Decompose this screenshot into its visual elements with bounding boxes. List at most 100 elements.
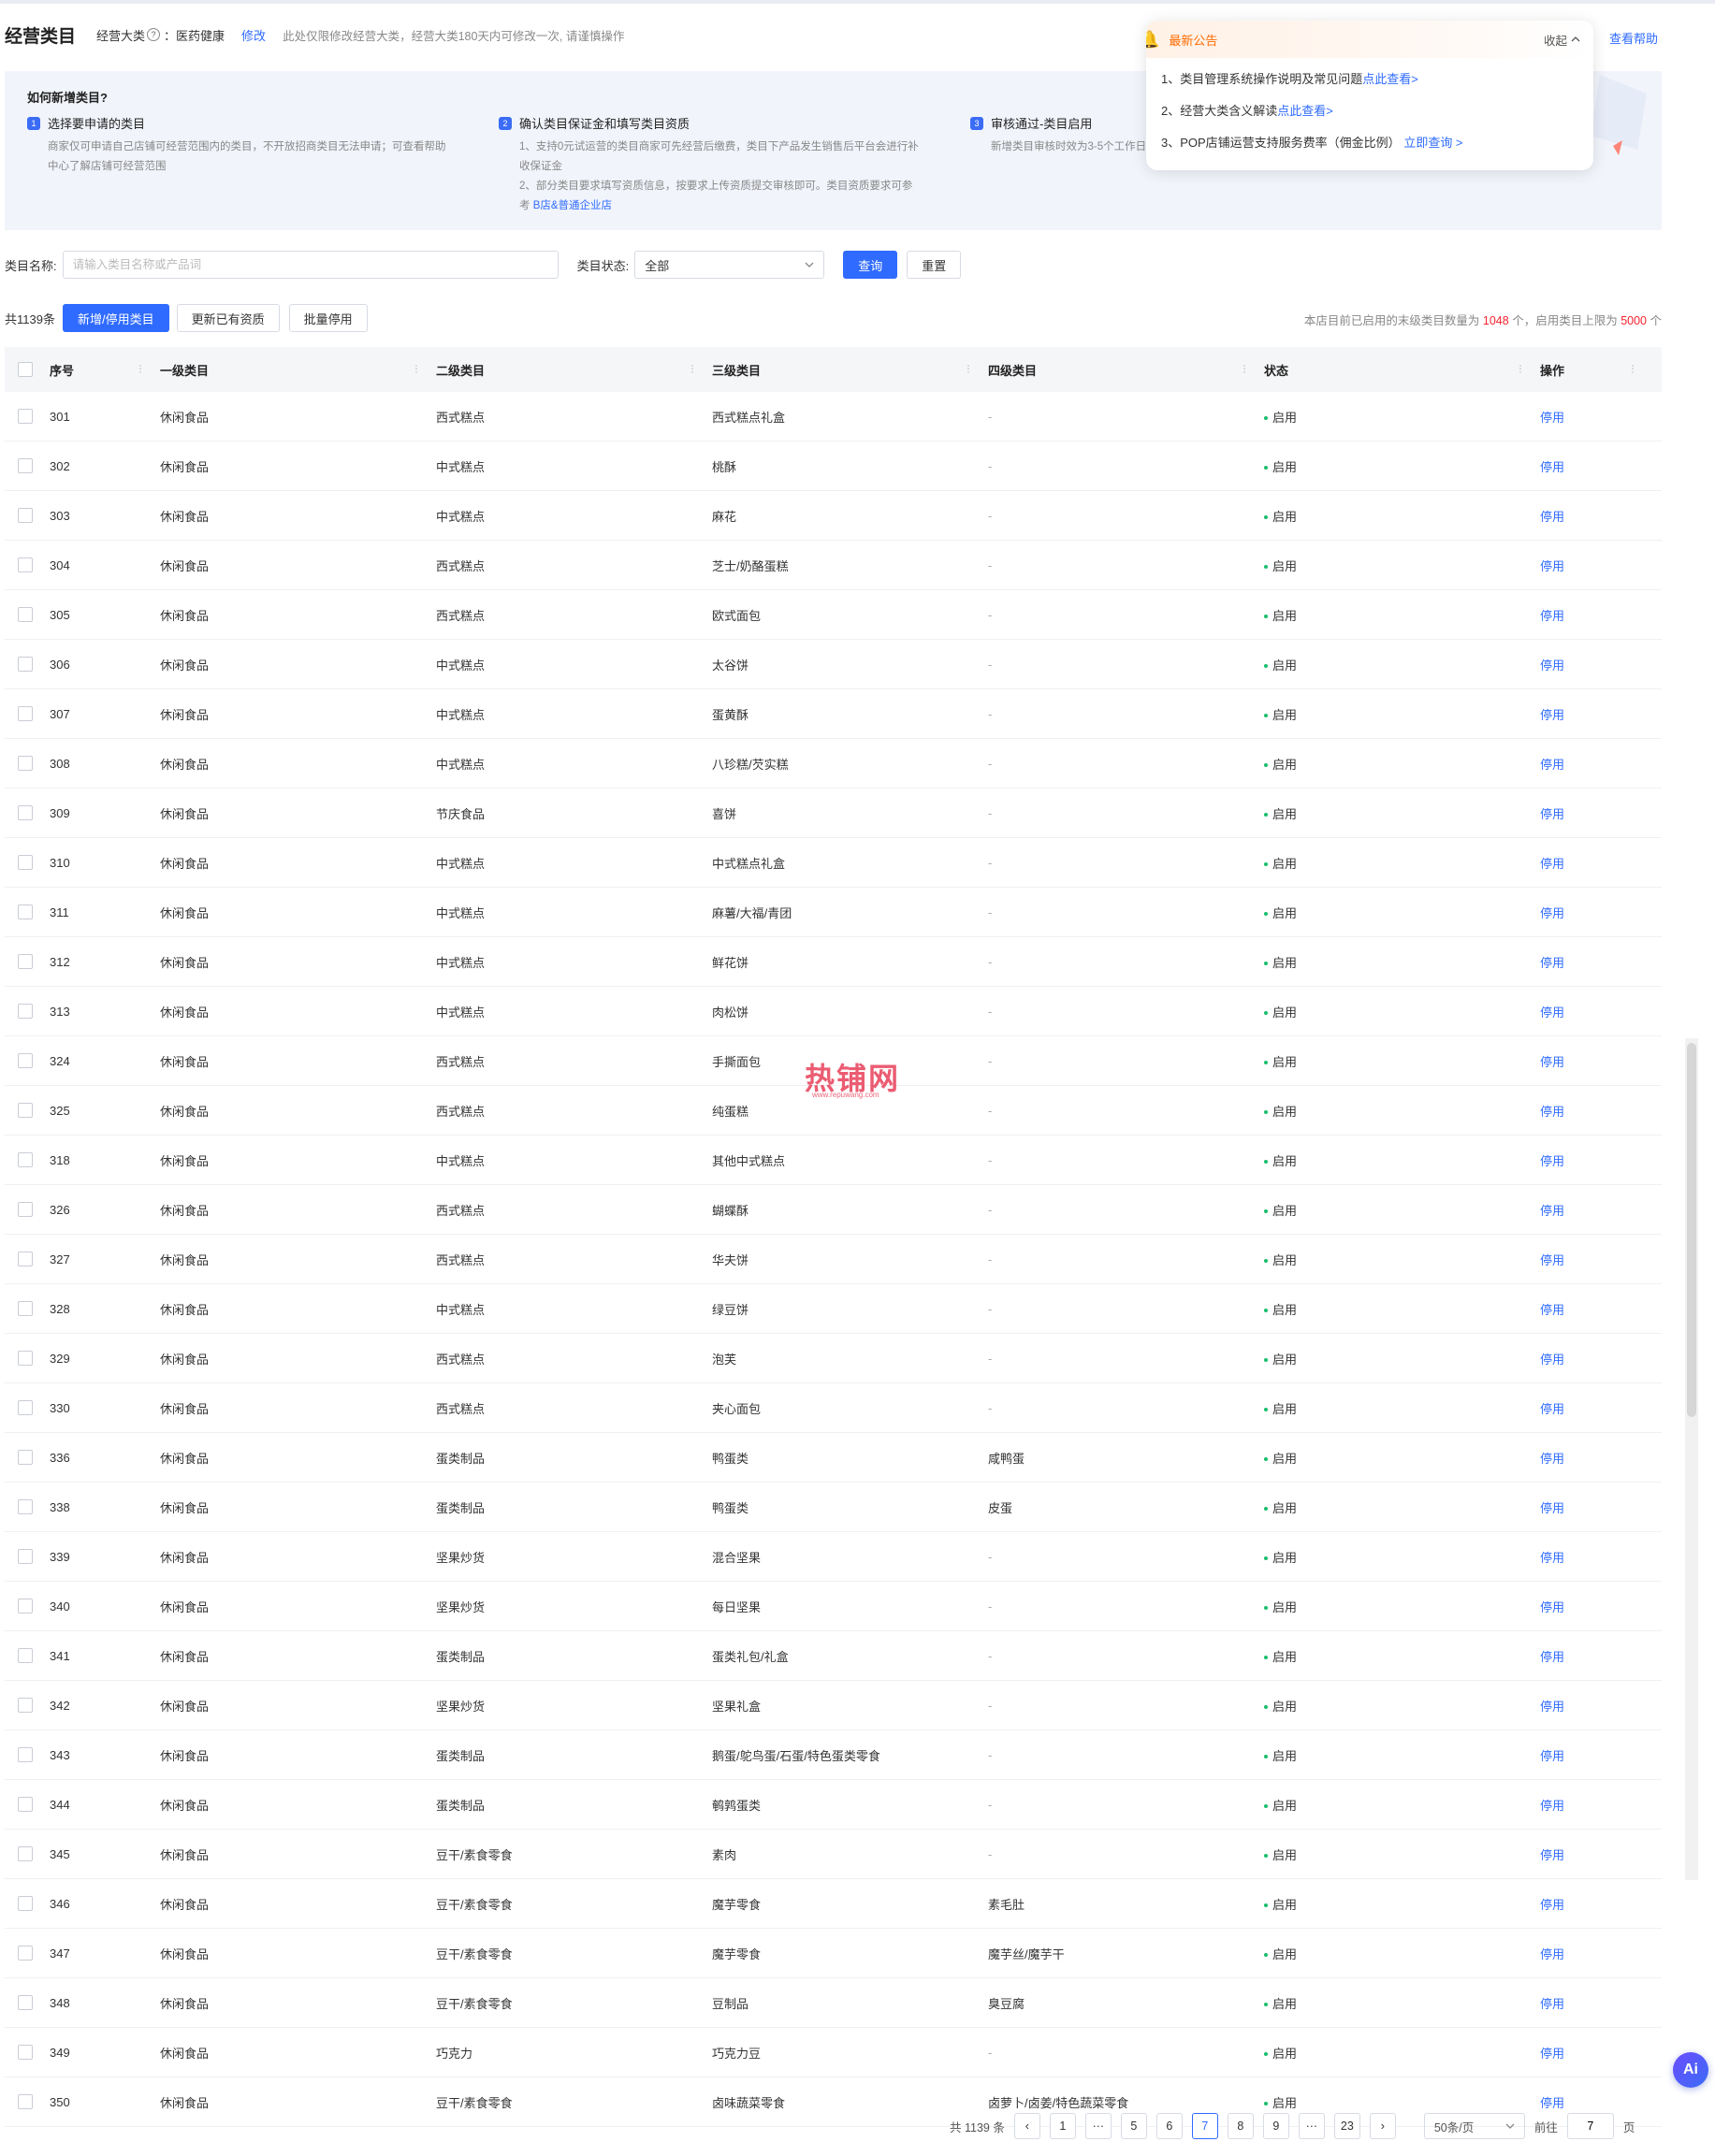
column-resize-handle[interactable]: ⋮	[1628, 365, 1637, 375]
disable-link[interactable]: 停用	[1540, 658, 1564, 673]
disable-link[interactable]: 停用	[1540, 411, 1564, 425]
page-number-button[interactable]: 9	[1262, 2113, 1289, 2139]
row-checkbox[interactable]	[18, 1747, 33, 1762]
row-checkbox[interactable]	[18, 2045, 33, 2060]
disable-link[interactable]: 停用	[1540, 1154, 1564, 1168]
row-checkbox[interactable]	[18, 1351, 33, 1366]
row-checkbox[interactable]	[18, 1698, 33, 1713]
category-name-input[interactable]	[62, 251, 559, 279]
page-number-button[interactable]: 6	[1155, 2113, 1183, 2139]
page-size-select[interactable]: 50条/页	[1423, 2113, 1525, 2139]
row-checkbox[interactable]	[18, 1995, 33, 2010]
row-checkbox[interactable]	[18, 458, 33, 473]
notice-item-link[interactable]: 点此查看>	[1277, 104, 1333, 118]
category-status-select[interactable]: 全部	[634, 251, 825, 279]
disable-link[interactable]: 停用	[1540, 609, 1564, 623]
column-resize-handle[interactable]: ⋮	[412, 365, 421, 375]
row-checkbox[interactable]	[18, 1202, 33, 1217]
row-checkbox[interactable]	[18, 904, 33, 919]
page-ellipsis-button[interactable]: ···	[1084, 2113, 1112, 2139]
notice-item-link[interactable]: 立即查询 >	[1403, 136, 1462, 150]
disable-link[interactable]: 停用	[1540, 1353, 1564, 1367]
disable-link[interactable]: 停用	[1540, 2096, 1564, 2110]
disable-link[interactable]: 停用	[1540, 460, 1564, 474]
row-checkbox[interactable]	[18, 1301, 33, 1316]
ai-assistant-button[interactable]: Ai	[1673, 2052, 1708, 2088]
disable-link[interactable]: 停用	[1540, 1650, 1564, 1664]
next-page-button[interactable]: ›	[1369, 2113, 1396, 2139]
page-number-button[interactable]: 1	[1049, 2113, 1076, 2139]
row-checkbox[interactable]	[18, 1549, 33, 1564]
disable-link[interactable]: 停用	[1540, 1749, 1564, 1763]
notice-collapse-button[interactable]: 收起	[1544, 31, 1580, 49]
disable-link[interactable]: 停用	[1540, 1303, 1564, 1317]
row-checkbox[interactable]	[18, 1648, 33, 1663]
row-checkbox[interactable]	[18, 855, 33, 870]
update-qualification-button[interactable]: 更新已有资质	[176, 304, 280, 332]
goto-page-input[interactable]	[1566, 2113, 1614, 2139]
view-help-link[interactable]: 查看帮助	[1609, 29, 1658, 47]
row-checkbox[interactable]	[18, 756, 33, 771]
row-checkbox[interactable]	[18, 1252, 33, 1266]
column-resize-handle[interactable]: ⋮	[964, 365, 973, 375]
row-checkbox[interactable]	[18, 1896, 33, 1911]
disable-link[interactable]: 停用	[1540, 1006, 1564, 1020]
select-all-checkbox[interactable]	[18, 362, 33, 377]
disable-link[interactable]: 停用	[1540, 1600, 1564, 1614]
row-checkbox[interactable]	[18, 657, 33, 672]
row-checkbox[interactable]	[18, 1450, 33, 1465]
row-checkbox[interactable]	[18, 1499, 33, 1514]
disable-link[interactable]: 停用	[1540, 1848, 1564, 1862]
notice-item-link[interactable]: 点此查看>	[1362, 72, 1418, 86]
add-disable-category-button[interactable]: 新增/停用类目	[62, 304, 169, 332]
row-checkbox[interactable]	[18, 409, 33, 424]
row-checkbox[interactable]	[18, 706, 33, 721]
row-checkbox[interactable]	[18, 1846, 33, 1861]
row-checkbox[interactable]	[18, 1152, 33, 1167]
store-type-link[interactable]: B店&普通企业店	[533, 200, 612, 211]
disable-link[interactable]: 停用	[1540, 1799, 1564, 1813]
page-number-button[interactable]: 7	[1191, 2113, 1218, 2139]
row-checkbox[interactable]	[18, 557, 33, 572]
row-checkbox[interactable]	[18, 1797, 33, 1812]
disable-link[interactable]: 停用	[1540, 906, 1564, 920]
page-number-button[interactable]: 23	[1333, 2113, 1360, 2139]
row-checkbox[interactable]	[18, 805, 33, 820]
page-number-button[interactable]: 5	[1120, 2113, 1147, 2139]
disable-link[interactable]: 停用	[1540, 807, 1564, 821]
disable-link[interactable]: 停用	[1540, 1997, 1564, 2011]
edit-category-link[interactable]: 修改	[241, 26, 266, 44]
column-resize-handle[interactable]: ⋮	[688, 365, 697, 375]
scrollbar-thumb[interactable]	[1687, 1043, 1696, 1417]
query-button[interactable]: 查询	[843, 251, 898, 279]
disable-link[interactable]: 停用	[1540, 857, 1564, 871]
row-checkbox[interactable]	[18, 607, 33, 622]
prev-page-button[interactable]: ‹	[1013, 2113, 1040, 2139]
disable-link[interactable]: 停用	[1540, 1105, 1564, 1119]
disable-link[interactable]: 停用	[1540, 758, 1564, 772]
row-checkbox[interactable]	[18, 1400, 33, 1415]
page-ellipsis-button[interactable]: ···	[1298, 2113, 1325, 2139]
disable-link[interactable]: 停用	[1540, 1501, 1564, 1515]
disable-link[interactable]: 停用	[1540, 510, 1564, 524]
disable-link[interactable]: 停用	[1540, 708, 1564, 722]
row-checkbox[interactable]	[18, 2094, 33, 2109]
disable-link[interactable]: 停用	[1540, 956, 1564, 970]
disable-link[interactable]: 停用	[1540, 1402, 1564, 1416]
reset-button[interactable]: 重置	[907, 251, 962, 279]
row-checkbox[interactable]	[18, 508, 33, 523]
batch-disable-button[interactable]: 批量停用	[288, 304, 368, 332]
row-checkbox[interactable]	[18, 1053, 33, 1068]
row-checkbox[interactable]	[18, 1103, 33, 1118]
column-resize-handle[interactable]: ⋮	[1516, 365, 1525, 375]
help-icon[interactable]: ?	[147, 28, 161, 41]
disable-link[interactable]: 停用	[1540, 1253, 1564, 1267]
disable-link[interactable]: 停用	[1540, 1898, 1564, 1912]
row-checkbox[interactable]	[18, 1004, 33, 1019]
row-checkbox[interactable]	[18, 954, 33, 969]
disable-link[interactable]: 停用	[1540, 1947, 1564, 1961]
disable-link[interactable]: 停用	[1540, 1055, 1564, 1069]
page-number-button[interactable]: 8	[1227, 2113, 1254, 2139]
column-resize-handle[interactable]: ⋮	[1240, 365, 1249, 375]
disable-link[interactable]: 停用	[1540, 559, 1564, 573]
